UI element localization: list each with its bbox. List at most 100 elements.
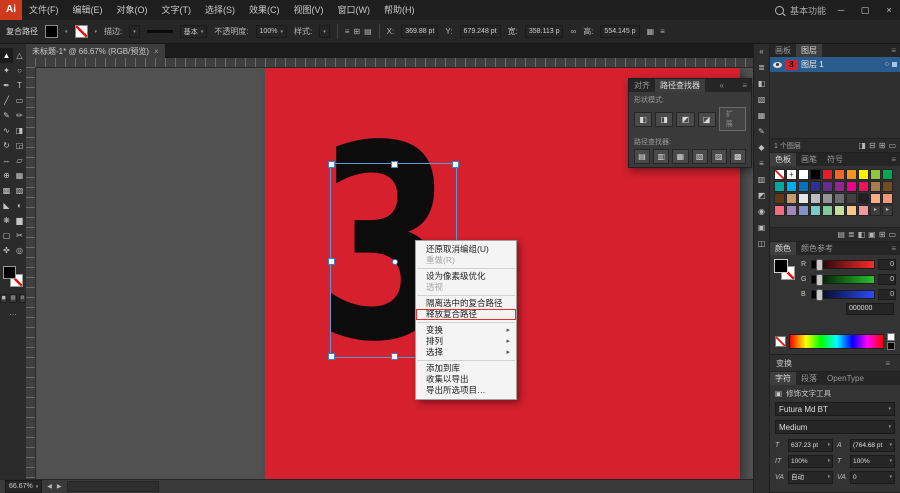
leading-input[interactable]: (764.68 pt ▾ xyxy=(850,439,895,452)
zoom-level-dropdown[interactable]: 66.67% ▾ xyxy=(5,480,43,493)
make-clipping-mask-icon[interactable]: ◨ xyxy=(858,141,866,150)
swatch[interactable] xyxy=(810,181,821,192)
touch-type-tool-row[interactable]: ▣ 修饰文字工具 xyxy=(770,385,900,400)
swatch[interactable] xyxy=(786,193,797,204)
exclude-button[interactable]: ◪ xyxy=(697,111,716,127)
menubar-item[interactable]: 选择(S) xyxy=(198,0,242,20)
swatch-group-folder[interactable]: ▸ xyxy=(870,205,881,216)
swatch[interactable] xyxy=(870,181,881,192)
gradient-mode-icon[interactable]: ▨ xyxy=(9,294,17,303)
previous-artboard-icon[interactable]: ◀ xyxy=(47,483,52,490)
layer-target-icon[interactable]: ○ xyxy=(885,61,889,68)
slider-track[interactable] xyxy=(811,274,875,286)
selection-handle[interactable] xyxy=(328,353,335,360)
menubar-item[interactable]: 视图(V) xyxy=(287,0,331,20)
context-menu-item[interactable]: 导出所选项目… xyxy=(416,385,516,396)
menubar-item[interactable]: 文件(F) xyxy=(22,0,66,20)
fill-indicator[interactable] xyxy=(774,259,788,273)
visibility-eye-icon[interactable] xyxy=(773,61,782,68)
mesh-tool[interactable]: ▩ xyxy=(0,183,13,198)
menubar-item[interactable]: 对象(O) xyxy=(110,0,155,20)
swatch[interactable] xyxy=(786,181,797,192)
swatch[interactable] xyxy=(882,169,893,180)
kerning-input[interactable]: 自动 ▾ xyxy=(788,471,833,484)
slider-knob[interactable] xyxy=(815,259,823,271)
swatch[interactable] xyxy=(798,169,809,180)
horizontal-scale-input[interactable]: 100% ▾ xyxy=(850,455,895,468)
new-layer-icon[interactable]: ⊞ xyxy=(879,141,886,150)
eraser-tool[interactable]: ◨ xyxy=(13,123,26,138)
app-logo-icon[interactable]: Ai xyxy=(0,0,22,20)
divide-button[interactable]: ▤ xyxy=(634,149,651,164)
blend-tool[interactable]: ◐ xyxy=(13,198,26,213)
maximize-button[interactable]: ▢ xyxy=(856,0,874,20)
minimize-button[interactable]: ─ xyxy=(832,0,850,20)
tab-paragraph[interactable]: 段落 xyxy=(796,372,822,385)
tracking-input[interactable]: 0 ▾ xyxy=(850,471,895,484)
swatch[interactable] xyxy=(810,205,821,216)
swatch[interactable] xyxy=(774,181,785,192)
crop-button[interactable]: ▧ xyxy=(691,149,708,164)
panel-menu-icon[interactable]: ≡ xyxy=(887,44,900,57)
boundingbox-icon[interactable]: ▤ xyxy=(364,27,372,36)
close-button[interactable]: × xyxy=(880,0,898,20)
symbol-sprayer-tool[interactable]: ❋ xyxy=(0,213,13,228)
color-guide-panel-icon[interactable]: ▧ xyxy=(758,95,766,105)
color-spectrum-bar[interactable] xyxy=(789,334,884,349)
font-size-input[interactable]: 637.23 pt ▾ xyxy=(788,439,833,452)
swatch-kinds-icon[interactable]: ≣ xyxy=(848,230,855,239)
brush-definition-dropdown[interactable]: 基本 ▾ xyxy=(179,25,208,38)
slider-knob[interactable] xyxy=(815,274,823,286)
gradient-tool[interactable]: ▧ xyxy=(13,183,26,198)
tab-color-guide[interactable]: 颜色参考 xyxy=(796,242,838,255)
pencil-tool[interactable]: ✏ xyxy=(13,108,26,123)
menubar-item[interactable]: 编辑(E) xyxy=(66,0,110,20)
context-menu-item[interactable]: 隔离选中的复合路径 xyxy=(416,298,516,309)
layer-thumbnail[interactable]: 3 xyxy=(785,59,798,70)
tab-brushes[interactable]: 画笔 xyxy=(796,153,822,166)
delete-layer-icon[interactable]: ▭ xyxy=(888,141,896,150)
artboard-tool[interactable]: ▢ xyxy=(0,228,13,243)
swatch-registration[interactable]: + xyxy=(786,169,797,180)
pathfinder-panel-icon[interactable]: ◫ xyxy=(758,239,766,249)
workspace-switcher[interactable]: 基本功能 xyxy=(790,4,826,17)
swatch[interactable] xyxy=(846,169,857,180)
swatch[interactable] xyxy=(882,181,893,192)
swatch[interactable] xyxy=(822,169,833,180)
swatch[interactable] xyxy=(858,193,869,204)
tab-character[interactable]: 字符 xyxy=(770,372,796,385)
style-dropdown[interactable]: ▾ xyxy=(319,25,330,38)
swatch[interactable] xyxy=(810,193,821,204)
swatch-options-icon[interactable]: ◧ xyxy=(858,230,866,239)
hex-value-field[interactable]: 000000 xyxy=(846,303,894,315)
rotate-tool[interactable]: ↻ xyxy=(0,138,13,153)
y-field[interactable]: 679.248 pt xyxy=(459,25,501,38)
swatch[interactable] xyxy=(858,181,869,192)
none-color-chip[interactable] xyxy=(775,336,786,347)
context-menu-item[interactable]: 选择 ▸ xyxy=(416,347,516,358)
stroke-weight-field[interactable]: ▾ xyxy=(129,25,140,38)
opacity-field[interactable]: 100% ▾ xyxy=(255,25,287,38)
black-chip[interactable] xyxy=(887,342,895,350)
brushes-panel-icon[interactable]: ✎ xyxy=(758,127,765,137)
swatch[interactable] xyxy=(798,193,809,204)
tab-pathfinder[interactable]: 路径查找器 xyxy=(655,79,705,92)
transform-panel-icon[interactable]: ▦ xyxy=(647,27,655,36)
menubar-item[interactable]: 效果(C) xyxy=(242,0,287,20)
color-mode-icon[interactable]: ◼ xyxy=(0,294,8,303)
scale-tool[interactable]: ◲ xyxy=(13,138,26,153)
merge-button[interactable]: ▦ xyxy=(672,149,689,164)
width-field[interactable]: 358.113 p xyxy=(524,25,564,38)
collapse-dock-icon[interactable]: « xyxy=(759,47,763,57)
swatch[interactable] xyxy=(822,205,833,216)
swatch[interactable] xyxy=(774,193,785,204)
zoom-tool[interactable]: ◎ xyxy=(13,243,26,258)
menubar-item[interactable]: 帮助(H) xyxy=(377,0,422,20)
align-horizontal-icon[interactable]: ≡ xyxy=(345,27,350,36)
swatch[interactable] xyxy=(846,205,857,216)
context-menu-item[interactable]: 排列 ▸ xyxy=(416,336,516,347)
lasso-tool[interactable]: ○ xyxy=(13,63,26,78)
tab-opentype[interactable]: OpenType xyxy=(822,372,869,385)
eyedropper-tool[interactable]: ◣ xyxy=(0,198,13,213)
swatch[interactable] xyxy=(822,193,833,204)
